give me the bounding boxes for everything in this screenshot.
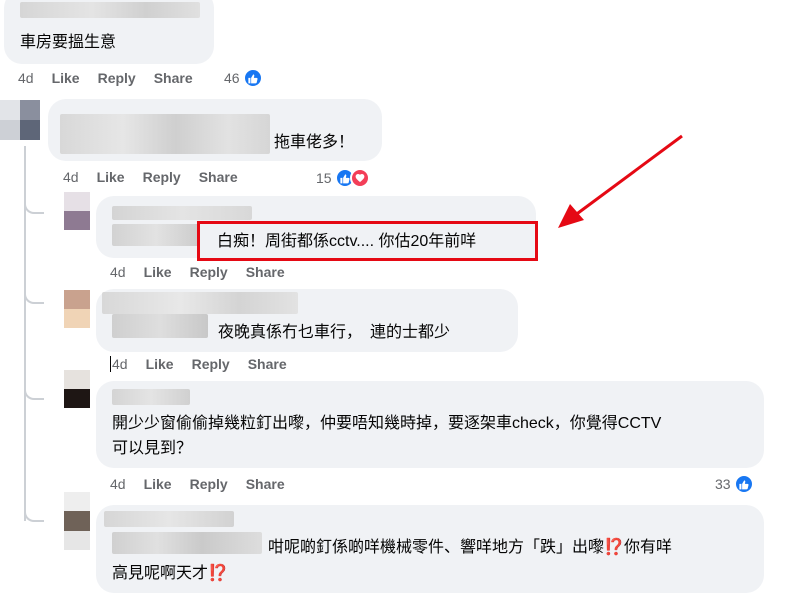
share-button[interactable]: Share xyxy=(246,264,285,280)
avatar[interactable] xyxy=(64,290,90,328)
reply-button[interactable]: Reply xyxy=(190,476,228,492)
blurred-username xyxy=(102,292,298,314)
comment-text-part: 你有咩 xyxy=(623,539,672,556)
comment-text: 夜晚真係冇乜車行， 連的士都少 xyxy=(218,324,451,341)
blurred-username xyxy=(112,389,190,405)
share-button[interactable]: Share xyxy=(246,476,285,492)
comment-text: 拖車佬多！ xyxy=(274,134,355,151)
comment-time[interactable]: 4d xyxy=(110,264,126,280)
comment-time[interactable]: 4d xyxy=(18,70,34,86)
comment-text-part: 咁呢啲釘係啲咩機械零件、響咩地方「跌」出嚟 xyxy=(268,539,605,556)
reaction-count: 46 xyxy=(224,70,240,86)
share-button[interactable]: Share xyxy=(154,70,193,86)
like-button[interactable]: Like xyxy=(144,476,172,492)
reaction-summary[interactable]: 46 xyxy=(224,68,263,88)
comment-time[interactable]: 4d xyxy=(110,476,126,492)
comment-text: 車房要搵生意 xyxy=(20,34,117,51)
like-reaction-icon xyxy=(242,68,263,88)
avatar[interactable] xyxy=(64,192,90,230)
comment-text: 咁呢啲釘係啲咩機械零件、響咩地方「跌」出嚟⁉️你有咩 xyxy=(268,536,672,559)
blurred-username xyxy=(112,532,262,554)
like-button[interactable]: Like xyxy=(144,264,172,280)
like-reaction-icon xyxy=(733,474,754,494)
blurred-username xyxy=(112,314,208,338)
love-reaction-icon xyxy=(349,168,370,188)
comment-actions: 4d Like Reply Share xyxy=(63,169,256,185)
reply-button[interactable]: Reply xyxy=(143,169,181,185)
comment-text: 開少少窗偷偷掉幾粒釘出嚟，仲要唔知幾時掉，要逐架車check，你覺得CCTV xyxy=(112,415,662,432)
reply-button[interactable]: Reply xyxy=(98,70,136,86)
blurred-username xyxy=(112,206,252,220)
interrobang-emoji: ⁉️ xyxy=(604,539,624,556)
blurred-username xyxy=(60,114,270,154)
red-arrow-annotation xyxy=(558,134,683,228)
share-button[interactable]: Share xyxy=(248,356,287,372)
reaction-count: 33 xyxy=(715,476,731,492)
comment-text: 白痴！周街都係cctv.... 你估20年前咩 xyxy=(217,233,477,250)
reply-button[interactable]: Reply xyxy=(190,264,228,280)
blurred-username xyxy=(104,511,234,527)
share-button[interactable]: Share xyxy=(199,169,238,185)
comment-text: 可以見到？ xyxy=(112,440,193,457)
blurred-username xyxy=(112,224,200,246)
reaction-count: 15 xyxy=(316,170,332,186)
thread-connector xyxy=(24,354,44,400)
comment-text: 高見呢啊天才⁉️ xyxy=(112,562,228,585)
comment-text-part: 高見呢啊天才 xyxy=(112,565,209,582)
like-button[interactable]: Like xyxy=(52,70,80,86)
thread-connector xyxy=(24,470,44,522)
comment-actions: 4d Like Reply Share xyxy=(110,264,303,280)
avatar[interactable] xyxy=(64,370,90,408)
reaction-summary[interactable]: 33 xyxy=(715,474,754,494)
thread-connector xyxy=(24,176,44,214)
reply-button[interactable]: Reply xyxy=(192,356,230,372)
reaction-summary[interactable]: 15 xyxy=(316,168,370,188)
avatar[interactable] xyxy=(0,100,40,140)
comment-time[interactable]: 4d xyxy=(110,356,128,372)
comment-actions: 4d Like Reply Share xyxy=(18,70,211,86)
thread-connector xyxy=(24,262,44,304)
interrobang-emoji: ⁉️ xyxy=(208,565,228,582)
comment-time[interactable]: 4d xyxy=(63,169,79,185)
comment-actions: 4d Like Reply Share xyxy=(110,356,305,372)
blurred-username xyxy=(20,2,200,18)
comment-actions: 4d Like Reply Share xyxy=(110,476,303,492)
like-button[interactable]: Like xyxy=(97,169,125,185)
like-button[interactable]: Like xyxy=(146,356,174,372)
avatar[interactable] xyxy=(64,492,90,550)
